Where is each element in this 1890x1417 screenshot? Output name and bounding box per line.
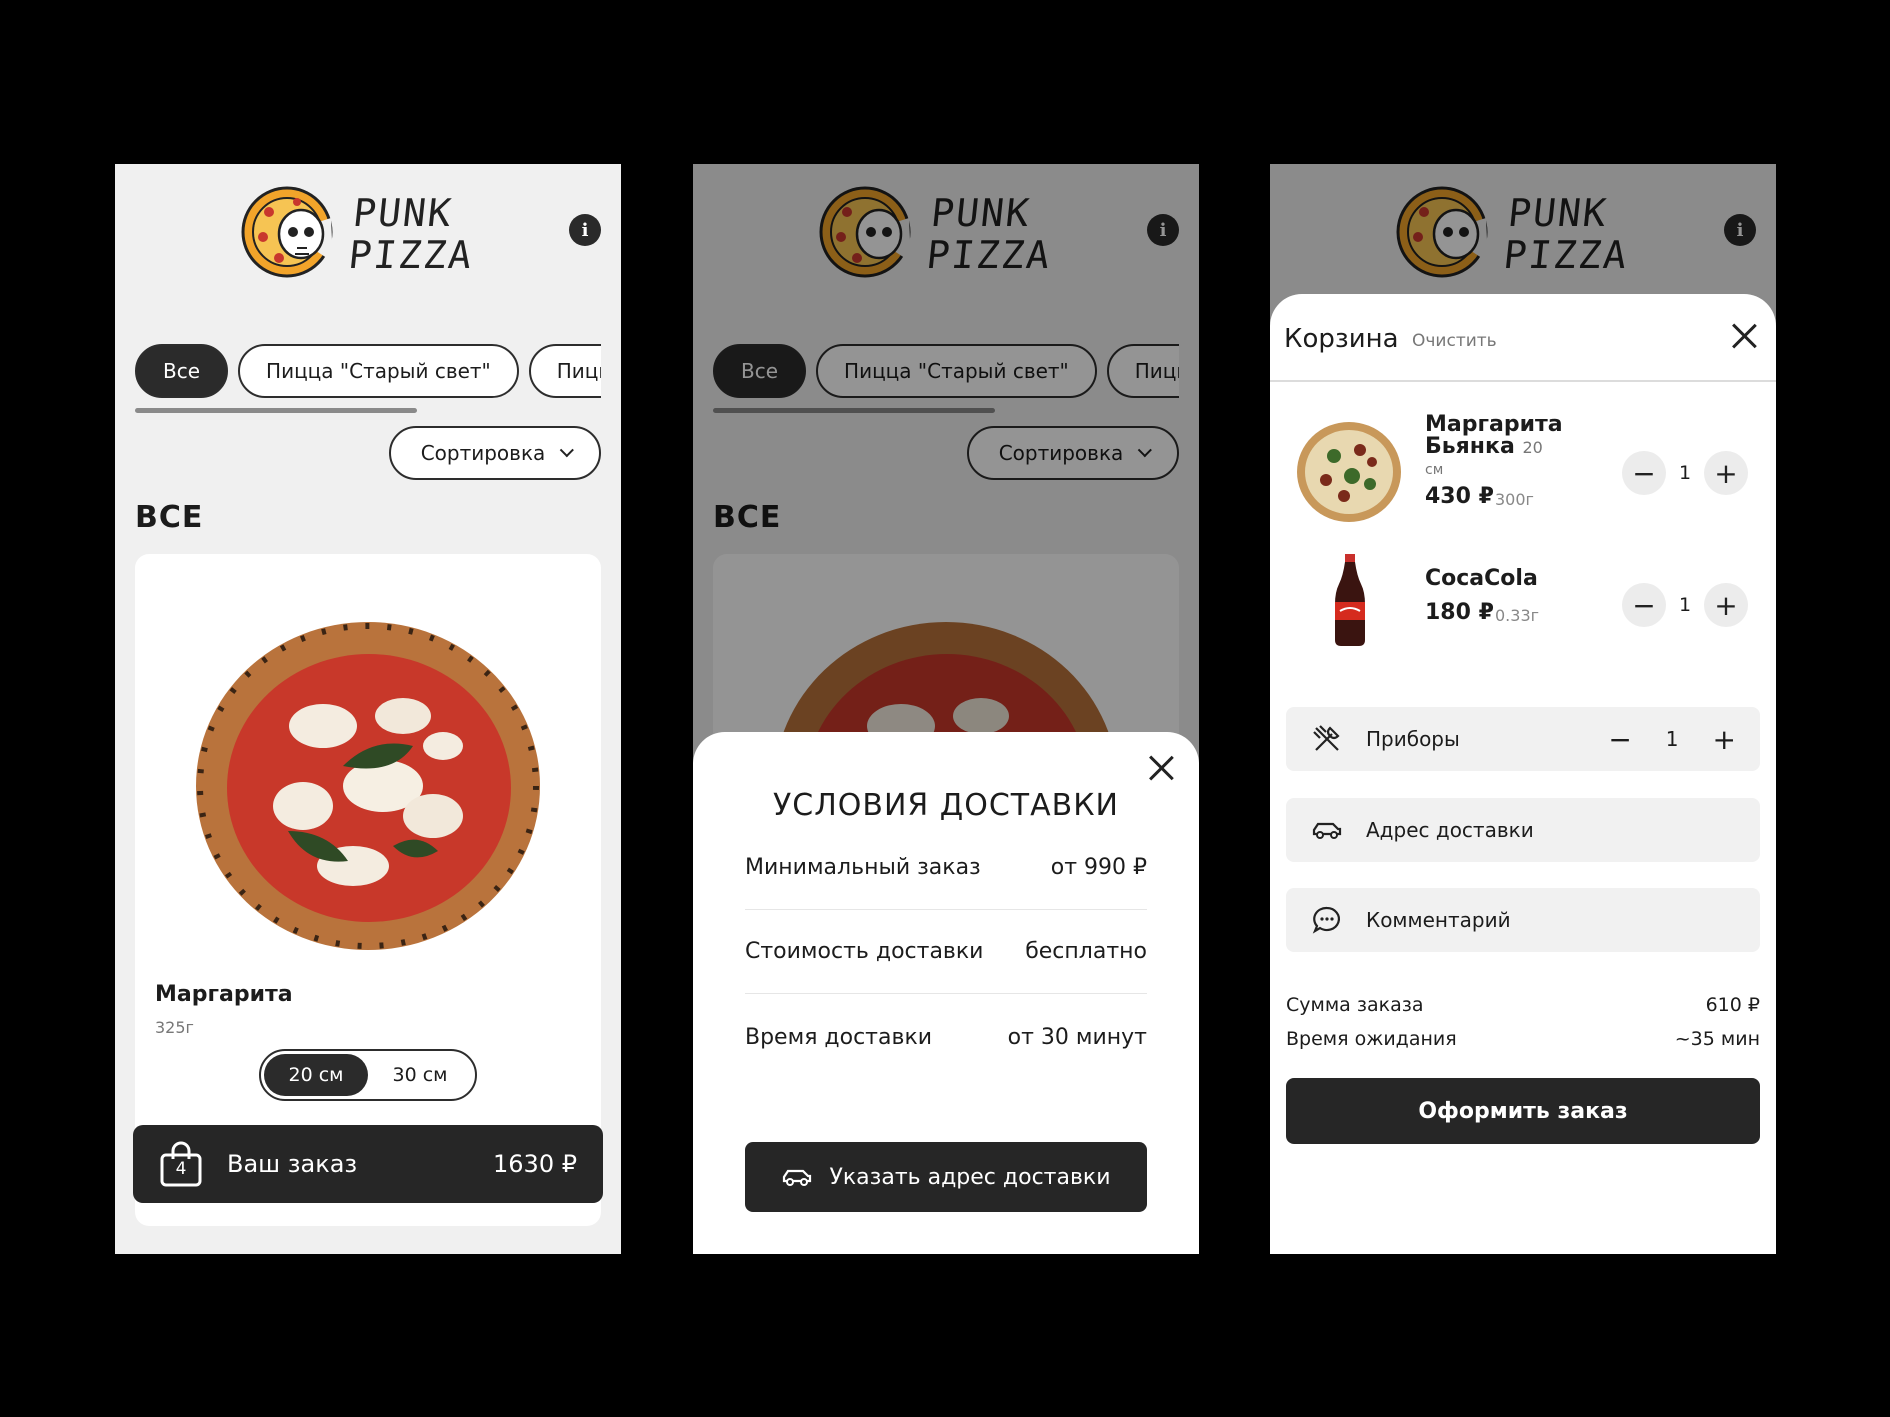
- product-weight: 325г: [155, 1018, 194, 1037]
- pizza-margherita-image: [196, 622, 540, 950]
- your-order-button[interactable]: 4 Ваш заказ 1630 ₽: [133, 1125, 603, 1203]
- shopping-bag-icon: 4: [159, 1141, 203, 1187]
- increment-button[interactable]: +: [1713, 723, 1736, 756]
- cart-item: Маргарита Бьянка 20 см 430 ₽ 300г − 1 +: [1270, 412, 1776, 532]
- chevron-down-icon: [560, 443, 575, 458]
- car-icon: [783, 1169, 812, 1186]
- comment-row[interactable]: Комментарий: [1286, 888, 1760, 952]
- decrement-button[interactable]: −: [1622, 583, 1666, 627]
- item-name: Маргарита Бьянка 20: [1425, 414, 1563, 459]
- item-weight: 0.33г: [1495, 606, 1540, 625]
- checkout-button[interactable]: Оформить заказ: [1286, 1078, 1760, 1144]
- wait-value: ~35 мин: [1674, 1028, 1760, 1050]
- item-name-line1: Маргарита: [1425, 412, 1563, 437]
- sum-value: 610 ₽: [1705, 994, 1760, 1016]
- item-weight: 300г: [1495, 490, 1534, 509]
- item-price: 430 ₽: [1425, 484, 1494, 509]
- set-address-label: Указать адрес доставки: [829, 1164, 1111, 1190]
- app-header: PUNK PIZZA i: [115, 164, 621, 314]
- delivery-address-row[interactable]: Адрес доставки: [1286, 798, 1760, 862]
- comment-label: Комментарий: [1366, 908, 1511, 932]
- info-icon: i: [581, 219, 589, 241]
- quantity-value: 1: [1665, 727, 1679, 751]
- row-value: от 990 ₽: [1050, 855, 1147, 880]
- sort-dropdown[interactable]: Сортировка: [389, 426, 601, 480]
- item-size-number: 20: [1522, 438, 1543, 457]
- row-value: бесплатно: [1025, 939, 1147, 964]
- chat-bubble-icon: [1310, 903, 1344, 937]
- item-size-unit: см: [1425, 462, 1444, 478]
- sum-label: Сумма заказа: [1286, 994, 1424, 1016]
- car-icon: [1310, 813, 1344, 847]
- order-sum-row: Сумма заказа 610 ₽: [1286, 994, 1760, 1016]
- phone-menu-screen: PUNK PIZZA i ВсеПицца "Старый свет"Пицца…: [115, 164, 621, 1254]
- brand-wordmark: PUNK PIZZA: [346, 191, 480, 277]
- coca-cola-bottle-image: [1335, 554, 1365, 646]
- row-label: Стоимость доставки: [745, 939, 984, 964]
- category-scrollbar[interactable]: [135, 408, 417, 413]
- size-selector: 20 см 30 см: [259, 1049, 477, 1101]
- quantity-stepper: − 1 +: [1622, 450, 1748, 496]
- increment-button[interactable]: +: [1704, 451, 1748, 495]
- increment-button[interactable]: +: [1704, 583, 1748, 627]
- row-label: Минимальный заказ: [745, 855, 981, 880]
- category-tabs: ВсеПицца "Старый свет"Пицца: [135, 344, 601, 404]
- row-label: Время доставки: [745, 1024, 933, 1050]
- decrement-button[interactable]: −: [1622, 451, 1666, 495]
- delivery-time-row: Время доставки от 30 минут: [745, 995, 1147, 1079]
- wait-label: Время ожидания: [1286, 1028, 1457, 1050]
- cutlery-label: Приборы: [1366, 727, 1460, 751]
- cart-count-badge: 4: [175, 1159, 187, 1179]
- category-chip-pizza[interactable]: Пицца: [528, 344, 601, 398]
- row-value: от 30 минут: [1007, 1024, 1147, 1050]
- decrement-button[interactable]: −: [1608, 723, 1631, 756]
- category-chip-all[interactable]: Все: [135, 344, 229, 398]
- cutlery-row: Приборы − 1 +: [1286, 707, 1760, 771]
- order-label: Ваш заказ: [227, 1150, 358, 1178]
- set-address-button[interactable]: Указать адрес доставки: [745, 1142, 1147, 1212]
- item-name-line2: Бьянка: [1425, 434, 1515, 459]
- product-name: Маргарита: [155, 982, 293, 1007]
- quantity-stepper: − 1 +: [1622, 582, 1748, 628]
- item-name: CocaCola: [1425, 566, 1538, 591]
- size-option-30[interactable]: 30 см: [368, 1054, 472, 1096]
- skull-pizza-logo-icon: [241, 186, 333, 278]
- item-name-line2-wrap: Бьянка 20: [1425, 436, 1563, 459]
- delivery-conditions-modal: УСЛОВИЯ ДОСТАВКИ Минимальный заказ от 99…: [693, 732, 1199, 1254]
- cart-item: CocaCola 180 ₽ 0.33г − 1 +: [1270, 554, 1776, 674]
- sort-label: Сортировка: [420, 441, 546, 465]
- modal-title: УСЛОВИЯ ДОСТАВКИ: [773, 788, 1119, 823]
- category-chip-old-world[interactable]: Пицца "Старый свет": [238, 344, 519, 398]
- quantity-value: 1: [1678, 462, 1692, 484]
- close-icon[interactable]: [1147, 754, 1175, 782]
- section-title: ВСЕ: [135, 500, 204, 535]
- min-order-row: Минимальный заказ от 990 ₽: [745, 826, 1147, 910]
- pizza-bianca-image: [1297, 422, 1401, 522]
- order-total: 1630 ₽: [493, 1150, 577, 1178]
- item-price: 180 ₽: [1425, 600, 1494, 625]
- cart-title: Корзина: [1284, 324, 1399, 354]
- delivery-cost-row: Стоимость доставки бесплатно: [745, 910, 1147, 994]
- delivery-address-label: Адрес доставки: [1366, 818, 1534, 842]
- quantity-value: 1: [1678, 594, 1692, 616]
- cutlery-icon: [1310, 722, 1344, 756]
- phone-cart-screen: PUNK PIZZA i Корзина Очистить Маргарита …: [1270, 164, 1776, 1254]
- cart-sheet: Корзина Очистить Маргарита Бьянка 20 см …: [1270, 294, 1776, 1254]
- brand-line2: PIZZA: [346, 233, 476, 277]
- cart-header: Корзина Очистить: [1270, 294, 1776, 382]
- cutlery-stepper: − 1 +: [1608, 723, 1736, 756]
- close-icon[interactable]: [1730, 322, 1758, 350]
- phone-delivery-screen: PUNK PIZZA i ВсеПицца "Старый свет"Пицца…: [693, 164, 1199, 1254]
- brand-line1: PUNK: [350, 191, 456, 235]
- size-option-20[interactable]: 20 см: [264, 1054, 368, 1096]
- clear-cart-link[interactable]: Очистить: [1412, 331, 1497, 351]
- info-button[interactable]: i: [569, 214, 601, 246]
- wait-time-row: Время ожидания ~35 мин: [1286, 1028, 1760, 1050]
